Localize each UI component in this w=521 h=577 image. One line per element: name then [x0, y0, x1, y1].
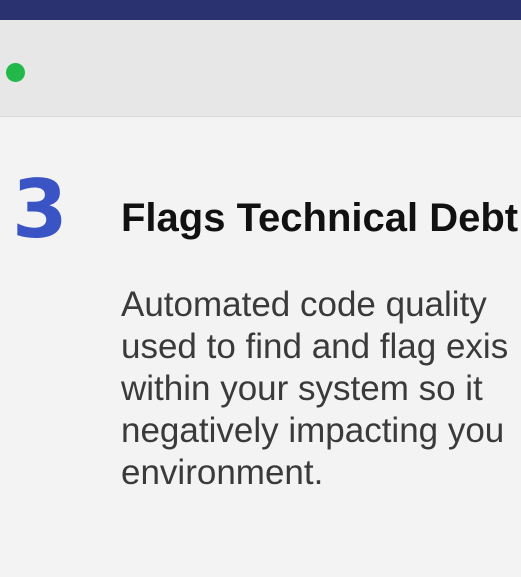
card-body-line: within your system so it: [121, 369, 483, 408]
card-body: Automated code quality used to find and …: [121, 284, 521, 494]
step-number: 3: [12, 163, 68, 256]
card-body-line: Automated code quality: [121, 285, 487, 324]
card-body-line: environment.: [121, 453, 324, 492]
card-body-line: negatively impacting you: [121, 411, 505, 450]
top-strip: [0, 0, 521, 20]
card-body-line: used to find and flag exis: [121, 327, 509, 366]
card-title: Flags Technical Debt: [121, 196, 519, 240]
window-header: [0, 20, 521, 117]
green-window-dot-icon[interactable]: [6, 63, 25, 82]
